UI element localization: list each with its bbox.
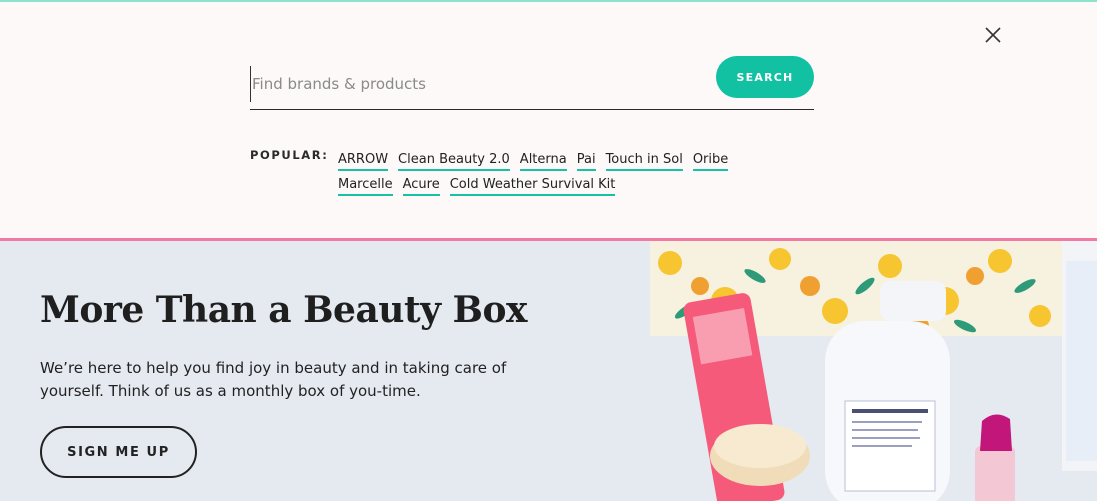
product-image (650, 241, 1097, 501)
popular-label: POPULAR: (250, 148, 329, 162)
close-icon (985, 27, 1001, 43)
popular-link-touch-in-sol[interactable]: Touch in Sol (605, 152, 683, 171)
search-overlay: SEARCH POPULAR: ARROW Clean Beauty 2.0 Alt… (0, 2, 1097, 238)
hero-section: More Than a Beauty Box We’re here to hel… (0, 241, 1097, 501)
popular-link-cold-weather-kit[interactable]: Cold Weather Survival Kit (449, 177, 616, 196)
hero-copy: We’re here to help you find joy in beaut… (40, 359, 507, 400)
popular-link-alterna[interactable]: Alterna (519, 152, 567, 171)
popular-link-acure[interactable]: Acure (402, 177, 440, 196)
search-underline (250, 109, 814, 110)
search-button[interactable]: SEARCH (716, 56, 814, 98)
search-bar: SEARCH (250, 54, 814, 110)
popular-link-pai[interactable]: Pai (576, 152, 596, 171)
popular-link-oribe[interactable]: Oribe (692, 152, 729, 171)
sign-me-up-button[interactable]: SIGN ME UP (40, 426, 197, 478)
popular-link-marcelle[interactable]: Marcelle (338, 177, 393, 196)
popular-link-arrow[interactable]: ARROW (338, 152, 389, 171)
search-input[interactable] (250, 66, 707, 102)
close-search-button[interactable] (982, 24, 1004, 46)
hero-title: More Than a Beauty Box (40, 289, 527, 331)
popular-link-clean-beauty[interactable]: Clean Beauty 2.0 (398, 152, 510, 171)
popular-links: ARROW Clean Beauty 2.0 Alterna Pai Touch in … (338, 146, 778, 196)
